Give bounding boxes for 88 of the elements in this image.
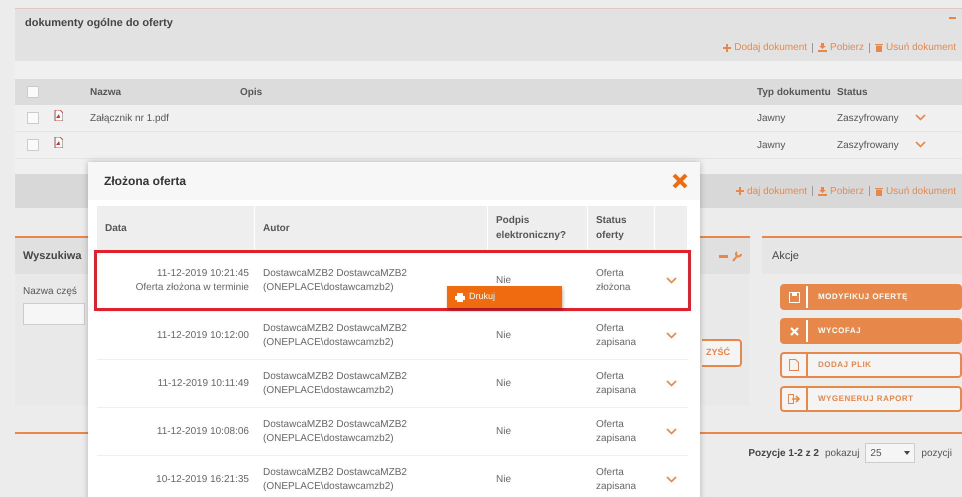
printer-icon bbox=[455, 292, 465, 302]
table-cell-text: Oferta zapisana bbox=[596, 418, 638, 445]
chevron-icon[interactable] bbox=[666, 277, 677, 284]
table-cell: Nie bbox=[496, 424, 512, 438]
author-name: DostawcaMZB2 DostawcaMZB2 bbox=[263, 466, 407, 480]
table-cell-text: Oferta zapisana bbox=[596, 466, 638, 493]
trash-icon bbox=[874, 43, 883, 52]
panel-title: dokumenty ogólne do oferty bbox=[25, 16, 173, 31]
table-cell: Nie bbox=[496, 328, 512, 342]
table-cell-text: Oferta złożona bbox=[596, 267, 632, 294]
action-button[interactable]: WYGENERUJ RAPORT bbox=[780, 386, 962, 412]
column-header: Podpis elektroniczny? bbox=[496, 214, 568, 243]
pagination-summary: Pozycje 1-2 z 2 bbox=[748, 446, 819, 460]
action-link[interactable]: Pobierz bbox=[818, 40, 864, 55]
table-cell: Jawny bbox=[757, 112, 786, 124]
chevron-icon[interactable] bbox=[666, 476, 677, 483]
table-cell-text: Oferta zapisana bbox=[596, 322, 638, 349]
date-text: 11-12-2019 10:08:06 bbox=[156, 424, 249, 438]
author-name: DostawcaMZB2 DostawcaMZB2 bbox=[263, 322, 407, 336]
export-icon bbox=[788, 394, 800, 404]
status-note: Oferta złożona w terminie bbox=[136, 280, 249, 294]
table-cell: Nie bbox=[496, 376, 512, 390]
table-cell: Nie bbox=[496, 274, 512, 288]
action-button[interactable]: MODYFIKUJ OFERTĘ bbox=[780, 284, 962, 310]
pagination-label: pozycji bbox=[921, 446, 952, 460]
author-login: (ONEPLACE\dostawcamzb2) bbox=[263, 432, 394, 445]
author-name: DostawcaMZB2 DostawcaMZB2 bbox=[263, 267, 407, 280]
wrench-icon[interactable] bbox=[732, 250, 742, 262]
action-link[interactable]: Dodaj dokument bbox=[723, 40, 808, 55]
column-header: Opis bbox=[240, 86, 262, 98]
column-header: Data bbox=[105, 222, 127, 236]
save-icon bbox=[788, 292, 800, 302]
panel-title: Wyszukiwa bbox=[23, 248, 82, 264]
pagination-label: pokazuj bbox=[824, 446, 860, 460]
author-login: (ONEPLACE\dostawcamzb2) bbox=[263, 384, 394, 397]
author-login: (ONEPLACE\dostawcamzb2) bbox=[263, 336, 394, 349]
chevron-icon[interactable] bbox=[666, 380, 677, 387]
clear-button[interactable]: ZYŚĆ bbox=[702, 339, 742, 366]
table-cell: Nie bbox=[496, 472, 512, 486]
dropdown-icon bbox=[904, 451, 910, 455]
input-field[interactable] bbox=[23, 303, 85, 325]
author-login: (ONEPLACE\dostawcamzb2) bbox=[263, 480, 394, 493]
page-size-select[interactable]: 25 bbox=[865, 443, 916, 463]
table-cell: Zaszyfrowany bbox=[837, 140, 899, 150]
column-header: Status oferty bbox=[596, 214, 628, 243]
action-link[interactable]: Pobierz bbox=[818, 184, 864, 198]
date-text: 11-12-2019 10:11:49 bbox=[158, 376, 249, 390]
checkbox[interactable] bbox=[27, 139, 39, 151]
close-button[interactable] bbox=[672, 173, 688, 189]
author-name: DostawcaMZB2 DostawcaMZB2 bbox=[263, 370, 407, 384]
modal-title: Złożona oferta bbox=[104, 173, 186, 190]
date-text: 11-12-2019 10:12:00 bbox=[156, 328, 249, 342]
author-login: (ONEPLACE\dostawcamzb2) bbox=[263, 280, 394, 294]
trash-icon bbox=[874, 186, 883, 196]
action-button[interactable]: DODAJ PLIK bbox=[780, 352, 962, 378]
date-text: 10-12-2019 16:21:35 bbox=[156, 472, 249, 486]
print-menu-item[interactable]: Drukuj bbox=[447, 286, 562, 308]
column-header: Autor bbox=[263, 222, 290, 236]
column-header: Nazwa bbox=[90, 86, 122, 98]
pdf-icon bbox=[54, 137, 63, 148]
column-header: Status bbox=[837, 86, 868, 98]
chevron-icon[interactable] bbox=[666, 428, 677, 435]
close-icon bbox=[790, 326, 798, 336]
collapse-icon[interactable] bbox=[719, 254, 728, 258]
file-name[interactable]: Załącznik nr 1.pdf bbox=[90, 112, 169, 124]
date-text: 11-12-2019 10:21:45 bbox=[156, 267, 249, 280]
table-cell: Jawny bbox=[757, 140, 786, 150]
download-icon bbox=[818, 43, 828, 52]
chevron-icon[interactable] bbox=[915, 140, 926, 148]
pdf-icon bbox=[54, 110, 63, 121]
column-header: Typ dokumentu bbox=[757, 86, 831, 98]
plus-icon bbox=[736, 187, 744, 195]
file-icon bbox=[789, 359, 799, 371]
download-icon bbox=[818, 186, 828, 196]
author-name: DostawcaMZB2 DostawcaMZB2 bbox=[263, 418, 407, 432]
checkbox[interactable] bbox=[27, 112, 39, 124]
action-button[interactable]: WYCOFAJ bbox=[780, 318, 962, 344]
field-label: Nazwa częś bbox=[23, 285, 77, 299]
action-link[interactable]: daj dokument bbox=[736, 184, 808, 198]
checkbox[interactable] bbox=[27, 86, 39, 98]
chevron-icon[interactable] bbox=[915, 114, 926, 120]
table-cell-text: Oferta zapisana bbox=[596, 370, 638, 397]
chevron-icon[interactable] bbox=[666, 332, 677, 339]
action-link[interactable]: Usuń dokument bbox=[874, 40, 956, 55]
action-link[interactable]: Usuń dokument bbox=[874, 184, 956, 198]
table-cell: Zaszyfrowany bbox=[837, 112, 899, 124]
panel-title: Akcje bbox=[762, 238, 962, 274]
plus-icon bbox=[723, 44, 732, 52]
